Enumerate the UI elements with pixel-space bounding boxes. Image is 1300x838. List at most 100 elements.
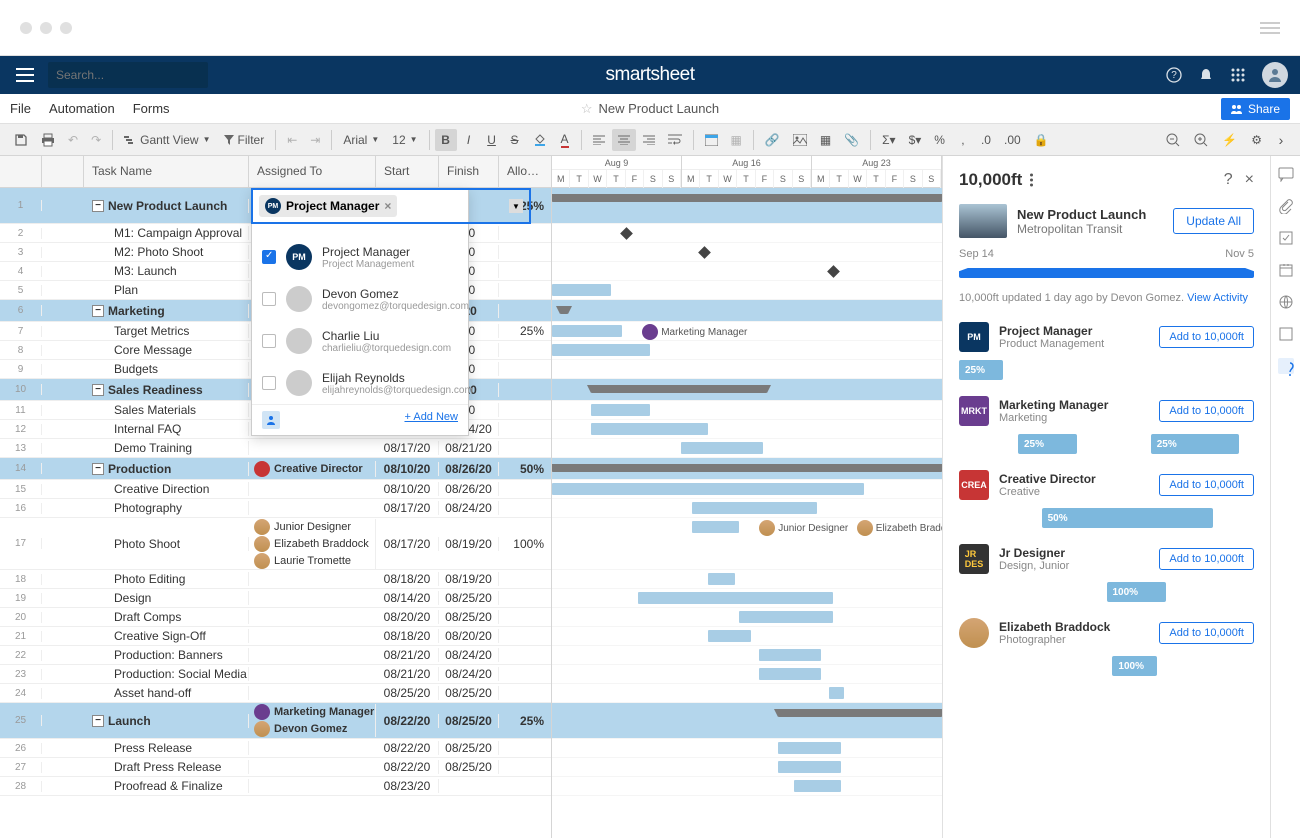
currency-button[interactable]: $▾ xyxy=(903,129,928,151)
add-to-10000ft-button[interactable]: Add to 10,000ft xyxy=(1159,326,1254,348)
traffic-light-min[interactable] xyxy=(40,22,52,34)
gantt-bar[interactable] xyxy=(560,306,568,314)
cell-finish[interactable]: 08/19/20 xyxy=(439,572,499,586)
cell-task[interactable]: −Launch xyxy=(84,714,249,728)
cell-task[interactable]: Press Release xyxy=(84,741,249,755)
cell-task[interactable]: −Marketing xyxy=(84,304,249,318)
percent-button[interactable]: % xyxy=(928,129,951,151)
gantt-row[interactable] xyxy=(552,758,942,777)
cell-start[interactable]: 08/22/20 xyxy=(376,760,439,774)
cell-task[interactable]: −New Product Launch xyxy=(84,199,249,213)
collapse-icon[interactable]: − xyxy=(92,305,104,317)
gantt-row[interactable] xyxy=(552,499,942,518)
table-row[interactable]: 24 Asset hand-off 08/25/20 08/25/20 xyxy=(0,684,551,703)
cell-start[interactable]: 08/21/20 xyxy=(376,648,439,662)
cell-start[interactable]: 08/14/20 xyxy=(376,591,439,605)
cell-task[interactable]: Creative Direction xyxy=(84,482,249,496)
menu-forms[interactable]: Forms xyxy=(133,101,170,116)
col-header-start[interactable]: Start xyxy=(376,156,439,187)
gantt-row[interactable] xyxy=(552,777,942,796)
cell-alloc[interactable]: 100% xyxy=(499,537,549,551)
gantt-row[interactable] xyxy=(552,379,942,401)
table-row[interactable]: 13 Demo Training 08/17/20 08/21/20 xyxy=(0,439,551,458)
text-color-button[interactable]: A xyxy=(554,129,576,151)
cell-task[interactable]: Photo Shoot xyxy=(84,537,249,551)
filter-button[interactable]: Filter xyxy=(218,130,271,150)
gantt-row[interactable] xyxy=(552,281,942,300)
align-right-button[interactable] xyxy=(637,129,661,151)
collapse-icon[interactable]: − xyxy=(92,463,104,475)
cell-finish[interactable]: 08/19/20 xyxy=(439,537,499,551)
gantt-row[interactable] xyxy=(552,570,942,589)
cell-task[interactable]: Budgets xyxy=(84,362,249,376)
date-format-button[interactable] xyxy=(699,129,724,151)
remove-token-icon[interactable]: × xyxy=(384,199,391,213)
indent-button[interactable]: ⇥ xyxy=(304,129,326,151)
cell-start[interactable]: 08/22/20 xyxy=(376,714,439,728)
gantt-bar[interactable] xyxy=(794,780,841,792)
cell-task[interactable]: Core Message xyxy=(84,343,249,357)
cell-task[interactable]: Draft Press Release xyxy=(84,760,249,774)
cell-task[interactable]: Draft Comps xyxy=(84,610,249,624)
gantt-bar[interactable] xyxy=(552,483,864,495)
gantt-row[interactable] xyxy=(552,739,942,758)
gantt-row[interactable] xyxy=(552,262,942,281)
gantt-bar[interactable] xyxy=(778,742,840,754)
cell-alloc[interactable]: 25% xyxy=(499,714,549,728)
font-size-selector[interactable]: 12▼ xyxy=(386,130,423,150)
table-row[interactable]: 25 −Launch Marketing ManagerDevon Gomez … xyxy=(0,703,551,739)
collapse-icon[interactable]: − xyxy=(92,384,104,396)
gantt-row[interactable] xyxy=(552,243,942,262)
undo-button[interactable]: ↶ xyxy=(62,129,84,151)
panel-more-icon[interactable] xyxy=(1030,173,1033,187)
bell-icon[interactable] xyxy=(1198,67,1214,83)
gantt-row[interactable] xyxy=(552,480,942,499)
table-row[interactable]: 26 Press Release 08/22/20 08/25/20 xyxy=(0,739,551,758)
traffic-light-max[interactable] xyxy=(60,22,72,34)
zoom-in-button[interactable] xyxy=(1188,129,1214,151)
gantt-bar[interactable]: Marketing Manager xyxy=(552,325,622,337)
cell-task[interactable]: Proofread & Finalize xyxy=(84,779,249,793)
table-row[interactable]: 22 Production: Banners 08/21/20 08/24/20 xyxy=(0,646,551,665)
user-avatar[interactable] xyxy=(1262,62,1288,88)
contact-option[interactable]: Devon Gomezdevongomez@torquedesign.com xyxy=(252,278,468,320)
cell-assigned[interactable]: Marketing ManagerDevon Gomez xyxy=(249,704,376,737)
decimal-dec-button[interactable]: .0 xyxy=(975,129,997,151)
contact-option[interactable]: PM Project ManagerProject Management xyxy=(252,236,468,278)
gantt-row[interactable]: Project Manager xyxy=(552,188,942,224)
cell-task[interactable]: Photo Editing xyxy=(84,572,249,586)
cell-start[interactable]: 08/10/20 xyxy=(376,462,439,476)
conditional-format-button[interactable]: ▦ xyxy=(725,129,748,151)
window-menu-icon[interactable] xyxy=(1260,22,1280,34)
gantt-row[interactable] xyxy=(552,646,942,665)
cell-task[interactable]: −Production xyxy=(84,462,249,476)
cell-finish[interactable]: 08/26/20 xyxy=(439,482,499,496)
cell-finish[interactable]: 08/21/20 xyxy=(439,441,499,455)
checkbox[interactable] xyxy=(262,334,276,348)
gantt-row[interactable] xyxy=(552,665,942,684)
add-to-10000ft-button[interactable]: Add to 10,000ft xyxy=(1159,400,1254,422)
cell-task[interactable]: Target Metrics xyxy=(84,324,249,338)
table-row[interactable]: 15 Creative Direction 08/10/20 08/26/20 xyxy=(0,480,551,499)
apps-icon[interactable] xyxy=(1230,67,1246,83)
cell-finish[interactable]: 08/25/20 xyxy=(439,686,499,700)
italic-button[interactable]: I xyxy=(458,129,480,151)
gantt-row[interactable]: Creative Director xyxy=(552,458,942,480)
main-menu-icon[interactable] xyxy=(12,64,38,86)
print-button[interactable] xyxy=(35,129,61,151)
align-left-button[interactable] xyxy=(587,129,611,151)
favorite-star-icon[interactable]: ☆ xyxy=(581,101,593,117)
table-row[interactable]: 16 Photography 08/17/20 08/24/20 xyxy=(0,499,551,518)
cell-start[interactable]: 08/17/20 xyxy=(376,441,439,455)
gantt-row[interactable]: Junior Designer Elizabeth Braddock C xyxy=(552,518,942,570)
gantt-bar[interactable] xyxy=(681,442,763,454)
gantt-bar[interactable] xyxy=(759,668,821,680)
cell-start[interactable]: 08/17/20 xyxy=(376,537,439,551)
checkbox[interactable] xyxy=(262,376,276,390)
gantt-bar[interactable] xyxy=(778,761,840,773)
col-header-finish[interactable]: Finish xyxy=(439,156,499,187)
cell-task[interactable]: Internal FAQ xyxy=(84,422,249,436)
contact-token[interactable]: PM Project Manager × xyxy=(259,195,397,217)
align-center-button[interactable] xyxy=(612,129,636,151)
cell-task[interactable]: M3: Launch xyxy=(84,264,249,278)
